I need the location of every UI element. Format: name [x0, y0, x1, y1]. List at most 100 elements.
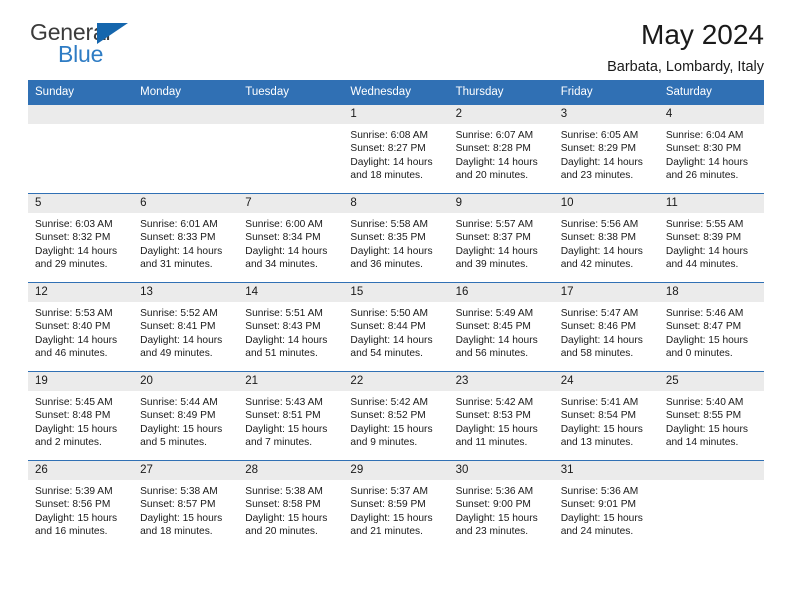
daylight-text-line2: and 16 minutes.: [35, 526, 108, 538]
day-sun-info: Sunrise: 5:53 AM Sunset: 8:40 PM Daylight:…: [28, 302, 133, 361]
day-sun-info: Sunrise: 5:50 AM Sunset: 8:44 PM Daylight:…: [343, 302, 448, 361]
day-cell-content: 27 Sunrise: 5:38 AM Sunset: 8:57 PM Dayligh…: [133, 461, 239, 550]
daylight-text-line1: Daylight: 14 hours: [665, 245, 748, 257]
day-sun-info: Sunrise: 5:44 AM Sunset: 8:49 PM Daylight:…: [133, 391, 238, 450]
daylight-text-line1: Daylight: 15 hours: [350, 512, 433, 524]
calendar-day-cell[interactable]: 16 Sunrise: 5:49 AM Sunset: 8:45 PM Dayligh…: [448, 282, 554, 372]
brand-name-blue: Blue: [58, 41, 104, 67]
calendar-day-cell[interactable]: 8 Sunrise: 5:58 AM Sunset: 8:35 PM Daylight…: [343, 193, 449, 283]
calendar-page: General Blue May 2024 Barbata, Lombardy,…: [0, 0, 792, 612]
day-number: 12: [28, 283, 134, 302]
daylight-text-line1: Daylight: 14 hours: [140, 245, 223, 257]
calendar-day-cell[interactable]: 11 Sunrise: 5:55 AM Sunset: 8:39 PM Dayligh…: [658, 193, 764, 283]
daylight-text-line2: and 58 minutes.: [560, 348, 634, 360]
calendar-day-cell[interactable]: 24 Sunrise: 5:41 AM Sunset: 8:54 PM Dayligh…: [553, 371, 659, 461]
sunrise-text: Sunrise: 5:56 AM: [560, 219, 639, 230]
sunset-text: Sunset: 8:30 PM: [665, 143, 742, 155]
calendar-day-cell[interactable]: 22 Sunrise: 5:42 AM Sunset: 8:52 PM Dayligh…: [343, 371, 449, 461]
calendar-day-cell[interactable]: 25 Sunrise: 5:40 AM Sunset: 8:55 PM Dayligh…: [658, 371, 764, 461]
daylight-text-line2: and 29 minutes.: [35, 259, 108, 271]
calendar-day-cell[interactable]: 19 Sunrise: 5:45 AM Sunset: 8:48 PM Dayligh…: [28, 371, 134, 461]
calendar-day-cell[interactable]: 17 Sunrise: 5:47 AM Sunset: 8:46 PM Dayligh…: [553, 282, 659, 372]
daylight-text-line1: Daylight: 15 hours: [560, 423, 643, 435]
day-number: 21: [238, 372, 344, 391]
sunset-text: Sunset: 8:58 PM: [245, 499, 321, 511]
daylight-text-line2: and 51 minutes.: [245, 348, 318, 360]
daylight-text-line2: and 24 minutes.: [560, 526, 634, 538]
sunrise-text: Sunrise: 5:42 AM: [350, 397, 429, 408]
daylight-text-line1: Daylight: 15 hours: [35, 423, 118, 435]
weekday-header-sunday: Sunday: [28, 80, 134, 105]
day-number: 26: [28, 461, 134, 480]
day-sun-info: Sunrise: 5:56 AM Sunset: 8:38 PM Daylight:…: [554, 213, 659, 272]
calendar-day-cell[interactable]: 14 Sunrise: 5:51 AM Sunset: 8:43 PM Dayligh…: [238, 282, 344, 372]
calendar-day-cell[interactable]: 1 Sunrise: 6:08 AM Sunset: 8:27 PM Daylight…: [343, 104, 449, 194]
day-cell-content: 12 Sunrise: 5:53 AM Sunset: 8:40 PM Dayligh…: [28, 283, 134, 371]
day-cell-content: 19 Sunrise: 5:45 AM Sunset: 8:48 PM Dayligh…: [28, 372, 134, 460]
calendar-day-cell[interactable]: 30 Sunrise: 5:36 AM Sunset: 9:00 PM Dayligh…: [448, 460, 554, 550]
sunrise-text: Sunrise: 5:43 AM: [245, 397, 323, 408]
calendar-day-cell[interactable]: 2 Sunrise: 6:07 AM Sunset: 8:28 PM Daylight…: [448, 104, 554, 194]
calendar-day-cell[interactable]: 15 Sunrise: 5:50 AM Sunset: 8:44 PM Dayligh…: [343, 282, 449, 372]
calendar-day-cell[interactable]: 31 Sunrise: 5:36 AM Sunset: 9:01 PM Dayligh…: [553, 460, 659, 550]
calendar-day-cell[interactable]: 12 Sunrise: 5:53 AM Sunset: 8:40 PM Dayligh…: [28, 282, 134, 372]
calendar-day-cell[interactable]: 18 Sunrise: 5:46 AM Sunset: 8:47 PM Dayligh…: [658, 282, 764, 372]
calendar-week-row: 26 Sunrise: 5:39 AM Sunset: 8:56 PM Dayligh…: [28, 460, 764, 550]
calendar-day-cell[interactable]: 10 Sunrise: 5:56 AM Sunset: 8:38 PM Dayligh…: [553, 193, 659, 283]
calendar-day-cell[interactable]: 6 Sunrise: 6:01 AM Sunset: 8:33 PM Daylight…: [133, 193, 239, 283]
day-sun-info: Sunrise: 5:58 AM Sunset: 8:35 PM Daylight:…: [343, 213, 448, 272]
day-number: 24: [553, 372, 659, 391]
calendar-day-cell[interactable]: 9 Sunrise: 5:57 AM Sunset: 8:37 PM Daylight…: [448, 193, 554, 283]
daylight-text-line2: and 56 minutes.: [455, 348, 529, 360]
day-sun-info: Sunrise: 5:47 AM Sunset: 8:46 PM Daylight:…: [554, 302, 659, 361]
calendar-day-cell[interactable]: 23 Sunrise: 5:42 AM Sunset: 8:53 PM Dayligh…: [448, 371, 554, 461]
daylight-text-line1: Daylight: 14 hours: [350, 156, 433, 168]
daylight-text-line1: Daylight: 15 hours: [245, 512, 328, 524]
day-sun-info: Sunrise: 5:49 AM Sunset: 8:45 PM Daylight:…: [449, 302, 554, 361]
day-number: 9: [448, 194, 554, 213]
daylight-text-line2: and 39 minutes.: [455, 259, 529, 271]
weekday-header-tuesday: Tuesday: [238, 80, 344, 105]
daylight-text-line2: and 11 minutes.: [455, 437, 528, 449]
day-number: 7: [238, 194, 344, 213]
day-cell-content: 13 Sunrise: 5:52 AM Sunset: 8:41 PM Dayligh…: [133, 283, 239, 371]
sunrise-sunset-calendar: Sunday Monday Tuesday Wednesday Thursday…: [28, 80, 764, 550]
calendar-day-cell[interactable]: 27 Sunrise: 5:38 AM Sunset: 8:57 PM Dayligh…: [133, 460, 239, 550]
day-cell-content: 17 Sunrise: 5:47 AM Sunset: 8:46 PM Dayligh…: [553, 283, 659, 371]
daylight-text-line1: Daylight: 15 hours: [245, 423, 328, 435]
calendar-day-cell[interactable]: 29 Sunrise: 5:37 AM Sunset: 8:59 PM Dayligh…: [343, 460, 449, 550]
daylight-text-line2: and 23 minutes.: [560, 170, 634, 182]
sunset-text: Sunset: 8:52 PM: [350, 410, 426, 422]
daylight-text-line2: and 54 minutes.: [350, 348, 423, 360]
day-cell-content: 31 Sunrise: 5:36 AM Sunset: 9:01 PM Dayligh…: [553, 461, 659, 550]
sunset-text: Sunset: 8:45 PM: [455, 321, 531, 333]
daylight-text-line2: and 14 minutes.: [665, 437, 739, 449]
day-sun-info: Sunrise: 5:42 AM Sunset: 8:53 PM Daylight:…: [449, 391, 554, 450]
day-sun-info: Sunrise: 6:04 AM Sunset: 8:30 PM Daylight:…: [659, 124, 764, 183]
sunrise-text: Sunrise: 5:39 AM: [35, 486, 113, 497]
day-cell-content: [238, 105, 344, 193]
sunset-text: Sunset: 8:59 PM: [350, 499, 426, 511]
day-sun-info: Sunrise: 5:39 AM Sunset: 8:56 PM Daylight:…: [28, 480, 133, 539]
calendar-day-cell[interactable]: 20 Sunrise: 5:44 AM Sunset: 8:49 PM Dayligh…: [133, 371, 239, 461]
page-header: General Blue May 2024 Barbata, Lombardy,…: [28, 0, 764, 75]
day-sun-info: Sunrise: 6:01 AM Sunset: 8:33 PM Daylight:…: [133, 213, 238, 272]
calendar-day-cell[interactable]: 28 Sunrise: 5:38 AM Sunset: 8:58 PM Dayligh…: [238, 460, 344, 550]
daylight-text-line1: Daylight: 15 hours: [35, 512, 118, 524]
weekday-header-friday: Friday: [553, 80, 659, 105]
calendar-day-cell[interactable]: 13 Sunrise: 5:52 AM Sunset: 8:41 PM Dayligh…: [133, 282, 239, 372]
day-number: 8: [343, 194, 449, 213]
day-number: 25: [658, 372, 764, 391]
calendar-day-cell[interactable]: 4 Sunrise: 6:04 AM Sunset: 8:30 PM Daylight…: [658, 104, 764, 194]
brand-logo[interactable]: General Blue: [28, 18, 148, 70]
calendar-day-cell[interactable]: 7 Sunrise: 6:00 AM Sunset: 8:34 PM Daylight…: [238, 193, 344, 283]
sunset-text: Sunset: 8:49 PM: [140, 410, 216, 422]
day-sun-info: Sunrise: 5:51 AM Sunset: 8:43 PM Daylight:…: [238, 302, 343, 361]
calendar-day-cell[interactable]: 5 Sunrise: 6:03 AM Sunset: 8:32 PM Daylight…: [28, 193, 134, 283]
calendar-day-cell[interactable]: 26 Sunrise: 5:39 AM Sunset: 8:56 PM Dayligh…: [28, 460, 134, 550]
day-number: 5: [28, 194, 134, 213]
calendar-day-cell[interactable]: 3 Sunrise: 6:05 AM Sunset: 8:29 PM Daylight…: [553, 104, 659, 194]
calendar-day-cell[interactable]: 21 Sunrise: 5:43 AM Sunset: 8:51 PM Dayligh…: [238, 371, 344, 461]
sunset-text: Sunset: 8:37 PM: [455, 232, 531, 244]
day-sun-info: Sunrise: 6:07 AM Sunset: 8:28 PM Daylight:…: [449, 124, 554, 183]
